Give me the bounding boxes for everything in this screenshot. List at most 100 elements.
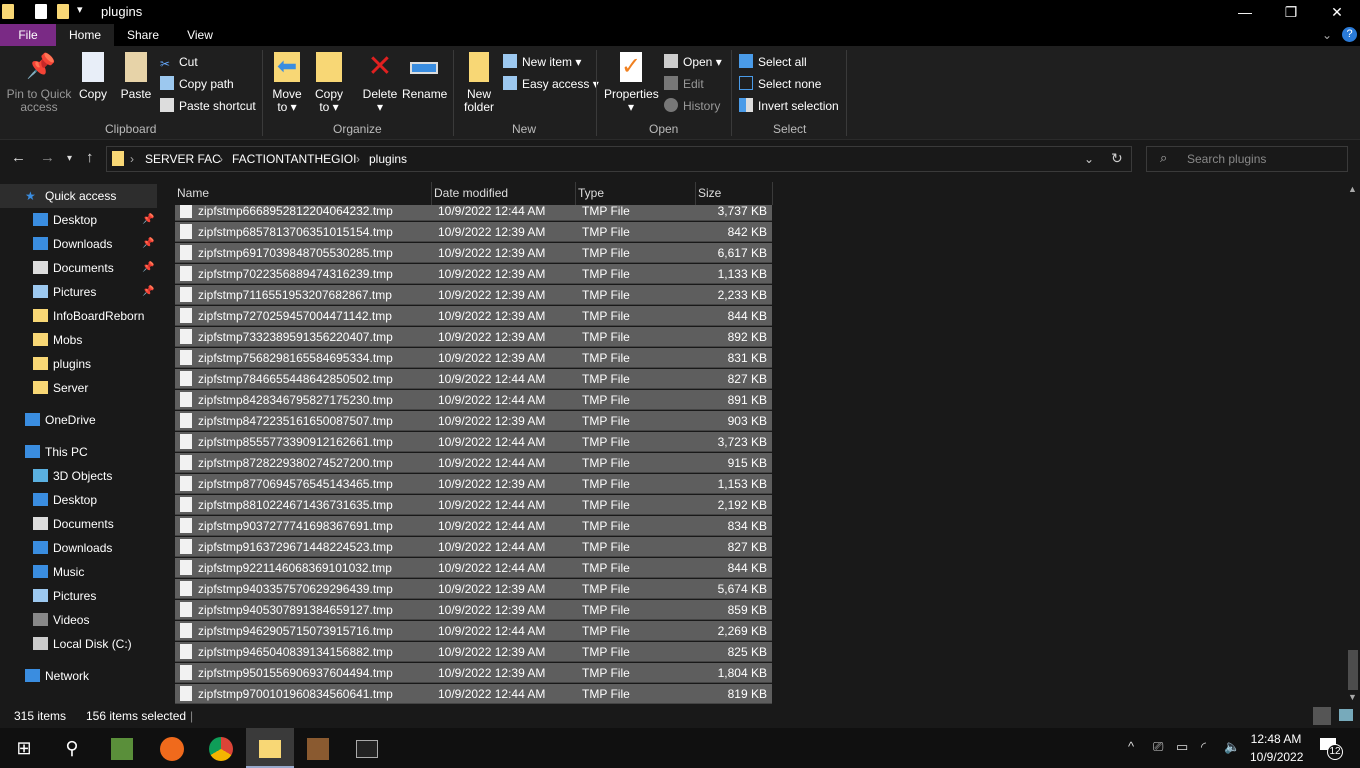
file-row[interactable]: zipfstmp9037277741698367691.tmp 10/9/2022… (175, 516, 772, 536)
sidebar-item-downloads[interactable]: Downloads (0, 536, 157, 560)
start-button[interactable]: ⊞ (0, 728, 48, 768)
file-row[interactable]: zipfstmp9465040839134156882.tmp 10/9/2022… (175, 642, 772, 662)
show-hidden-icons[interactable]: ^ (1128, 739, 1134, 754)
edit-button[interactable]: Edit (664, 74, 704, 94)
file-row[interactable]: zipfstmp6857813706351015154.tmp 10/9/2022… (175, 222, 772, 242)
up-button[interactable]: ↑ (86, 149, 94, 166)
expand-ribbon-icon[interactable]: ⌄ (1322, 28, 1332, 42)
crafting-table-app-icon[interactable] (294, 728, 342, 768)
sidebar-item-desktop[interactable]: Desktop 📌 (0, 208, 157, 232)
breadcrumb-plugins[interactable]: plugins (369, 152, 407, 166)
column-header-name[interactable]: Name (175, 182, 432, 205)
file-row[interactable]: zipfstmp9403357570629296439.tmp 10/9/2022… (175, 579, 772, 599)
tab-view[interactable]: View (178, 24, 222, 46)
sidebar-item-network[interactable]: Network (0, 664, 157, 688)
file-row[interactable]: zipfstmp9221146068369101032.tmp 10/9/2022… (175, 558, 772, 578)
sidebar-item-plugins[interactable]: plugins (0, 352, 157, 376)
sidebar-item-3d-objects[interactable]: 3D Objects (0, 464, 157, 488)
meet-now-icon[interactable]: ⎚ (1153, 739, 1163, 755)
minecraft-app-icon[interactable] (98, 728, 146, 768)
breadcrumb-server-fac[interactable]: SERVER FAC (145, 152, 221, 166)
move-to-button[interactable]: ⬅ Move to ▾ (270, 52, 304, 114)
copy-to-button[interactable]: Copy to ▾ (312, 52, 346, 114)
file-row[interactable]: zipfstmp6917039848705530285.tmp 10/9/2022… (175, 243, 772, 263)
sidebar-item-infoboardreborn[interactable]: InfoBoardReborn (0, 304, 157, 328)
file-row[interactable]: zipfstmp9700101960834560641.tmp 10/9/2022… (175, 684, 772, 704)
file-row[interactable]: zipfstmp7332389591356220407.tmp 10/9/2022… (175, 327, 772, 347)
customize-quick-access-icon[interactable]: ▾ (77, 3, 83, 16)
file-row[interactable]: zipfstmp9405307891384659127.tmp 10/9/2022… (175, 600, 772, 620)
sidebar-item-desktop[interactable]: Desktop (0, 488, 157, 512)
file-row[interactable]: zipfstmp7846655448642850502.tmp 10/9/2022… (175, 369, 772, 389)
sidebar-item-local-disk-c[interactable]: Local Disk (C:) (0, 632, 157, 656)
properties-button[interactable]: ✓ Properties ▾ (604, 52, 659, 114)
scrollbar-thumb[interactable] (1348, 650, 1358, 690)
search-taskbar-icon[interactable]: ⚲ (48, 728, 96, 768)
maximize-button[interactable]: ❐ (1268, 0, 1314, 24)
address-bar[interactable]: › SERVER FAC › FACTIONTANTHEGIOI › plugi… (106, 146, 1132, 172)
sidebar-item-this-pc[interactable]: This PC (0, 440, 157, 464)
sidebar-item-downloads[interactable]: Downloads 📌 (0, 232, 157, 256)
tab-share[interactable]: Share (120, 24, 166, 46)
battery-icon[interactable]: ▭ (1176, 739, 1188, 755)
sidebar-item-music[interactable]: Music (0, 560, 157, 584)
file-row[interactable]: zipfstmp8428346795827175230.tmp 10/9/2022… (175, 390, 772, 410)
refresh-icon[interactable]: ↻ (1111, 150, 1123, 167)
file-row[interactable]: zipfstmp7270259457004471142.tmp 10/9/2022… (175, 306, 772, 326)
clock[interactable]: 12:48 AM 10/9/2022 (1250, 732, 1303, 764)
terminal-icon[interactable] (343, 728, 391, 768)
sidebar-item-mobs[interactable]: Mobs (0, 328, 157, 352)
details-view-button[interactable] (1313, 707, 1331, 725)
file-row[interactable]: zipfstmp7568298165584695334.tmp 10/9/2022… (175, 348, 772, 368)
pin-to-quick-access-button[interactable]: 📌 Pin to Quick access (6, 52, 72, 114)
cut-button[interactable]: ✂ Cut (160, 52, 198, 72)
column-header-date[interactable]: Date modified (432, 182, 576, 205)
vertical-scrollbar[interactable]: ▲ ▼ (1345, 182, 1360, 704)
notifications-button[interactable]: 12 (1318, 736, 1344, 760)
history-button[interactable]: History (664, 96, 720, 116)
close-button[interactable]: ✕ (1314, 0, 1360, 24)
new-folder-button[interactable]: New folder (460, 52, 498, 114)
paste-button[interactable]: Paste (118, 52, 154, 101)
new-item-button[interactable]: New item ▾ (503, 52, 581, 72)
sidebar-item-server[interactable]: Server (0, 376, 157, 400)
invert-selection-button[interactable]: Invert selection (739, 96, 839, 116)
file-row[interactable]: zipfstmp9501556906937604494.tmp 10/9/2022… (175, 663, 772, 683)
file-row[interactable]: zipfstmp7116551953207682867.tmp 10/9/2022… (175, 285, 772, 305)
file-row[interactable]: zipfstmp9163729671448224523.tmp 10/9/2022… (175, 537, 772, 557)
file-explorer-taskbar-icon[interactable] (246, 728, 294, 768)
chrome-icon[interactable] (197, 728, 245, 768)
search-input[interactable]: Search plugins (1146, 146, 1348, 172)
minimize-button[interactable]: — (1222, 0, 1268, 24)
column-header-size[interactable]: Size (696, 182, 773, 205)
file-row[interactable]: zipfstmp8555773390912162661.tmp 10/9/2022… (175, 432, 772, 452)
back-button[interactable]: ← (11, 149, 26, 166)
sidebar-item-documents[interactable]: Documents 📌 (0, 256, 157, 280)
select-all-button[interactable]: Select all (739, 52, 807, 72)
file-row[interactable]: zipfstmp8770694576545143465.tmp 10/9/2022… (175, 474, 772, 494)
address-dropdown-icon[interactable]: ⌄ (1084, 152, 1094, 166)
file-row[interactable]: zipfstmp9462905715073915716.tmp 10/9/2022… (175, 621, 772, 641)
delete-button[interactable]: ✕ Delete ▾ (360, 52, 400, 114)
new-folder-quick-icon[interactable] (57, 4, 69, 19)
paste-shortcut-button[interactable]: Paste shortcut (160, 96, 256, 116)
rename-button[interactable]: Rename (402, 52, 447, 101)
select-none-button[interactable]: Select none (739, 74, 821, 94)
properties-quick-icon[interactable] (35, 4, 47, 19)
volume-icon[interactable]: 🔈 (1224, 739, 1240, 755)
easy-access-button[interactable]: Easy access ▾ (503, 74, 599, 94)
wifi-icon[interactable]: ◜ (1201, 739, 1206, 755)
forward-button[interactable]: → (40, 149, 55, 166)
sidebar-item-documents[interactable]: Documents (0, 512, 157, 536)
breadcrumb-factiontanthegioi[interactable]: FACTIONTANTHEGIOI (232, 152, 356, 166)
help-icon[interactable]: ? (1342, 27, 1357, 42)
app-icon-orange[interactable] (148, 728, 196, 768)
file-row[interactable]: zipfstmp8472235161650087507.tmp 10/9/2022… (175, 411, 772, 431)
large-icons-view-button[interactable] (1339, 709, 1353, 721)
tab-home[interactable]: Home (56, 24, 114, 46)
sidebar-item-pictures[interactable]: Pictures (0, 584, 157, 608)
copy-button[interactable]: Copy (76, 52, 110, 101)
sidebar-item-pictures[interactable]: Pictures 📌 (0, 280, 157, 304)
file-row[interactable]: zipfstmp8728229380274527200.tmp 10/9/2022… (175, 453, 772, 473)
open-button[interactable]: Open ▾ (664, 52, 722, 72)
